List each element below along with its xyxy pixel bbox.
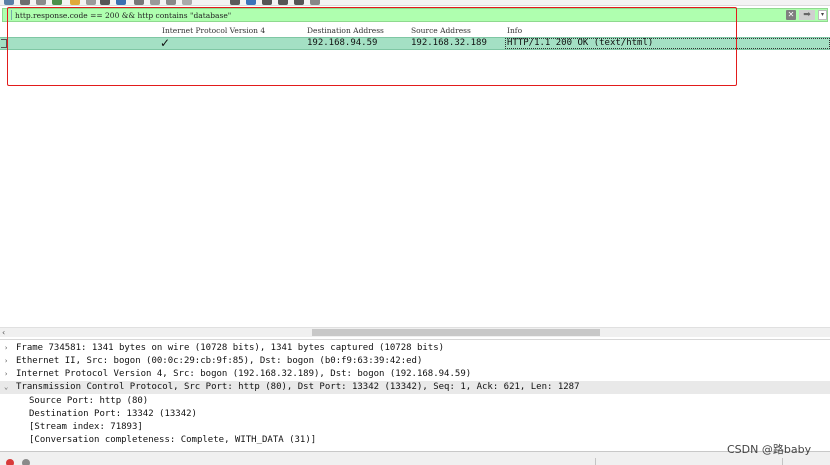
toolbar-close-icon[interactable]	[36, 0, 46, 5]
detail-text: Source Port: http (80)	[29, 396, 149, 406]
scroll-left-chevron-icon[interactable]: ‹	[2, 328, 5, 337]
detail-tcp-stream-index[interactable]: [Stream index: 71893]	[0, 421, 830, 434]
toolbar-resize-columns-icon[interactable]	[294, 0, 304, 5]
detail-text: [Stream index: 71893]	[29, 422, 143, 432]
apply-filter-icon[interactable]: ➡	[799, 10, 815, 20]
clear-filter-icon[interactable]: ✕	[786, 10, 796, 20]
detail-text: Transmission Control Protocol, Src Port:…	[16, 382, 580, 392]
detail-text: Destination Port: 13342 (13342)	[29, 409, 197, 419]
toolbar-autoscroll-icon[interactable]	[166, 0, 176, 5]
main-toolbar	[0, 0, 830, 6]
detail-text: [Conversation completeness: Complete, WI…	[29, 435, 317, 445]
toolbar-open-icon[interactable]	[4, 0, 14, 5]
annotation-highlight-box	[7, 7, 737, 86]
expand-arrow-icon[interactable]: ›	[4, 355, 8, 368]
status-bar	[0, 451, 830, 465]
toolbar-forward-icon[interactable]	[100, 0, 110, 5]
detail-tcp-conversation-completeness[interactable]: [Conversation completeness: Complete, WI…	[0, 434, 830, 447]
detail-text: Ethernet II, Src: bogon (00:0c:29:cb:9f:…	[16, 356, 423, 366]
packet-list-horizontal-scrollbar[interactable]: ‹	[0, 327, 830, 337]
collapse-arrow-icon[interactable]: ⌄	[4, 381, 8, 394]
detail-text: Frame 734581: 1341 bytes on wire (10728 …	[16, 343, 445, 353]
toolbar-back-icon[interactable]	[86, 0, 96, 5]
toolbar-resize-icon[interactable]	[310, 0, 320, 5]
watermark: CSDN @路baby	[727, 443, 812, 456]
expand-arrow-icon[interactable]: ›	[4, 368, 8, 381]
status-separator	[782, 458, 783, 465]
capture-comment-icon[interactable]	[22, 459, 30, 465]
toolbar-first-icon[interactable]	[134, 0, 144, 5]
toolbar-reload-icon[interactable]	[52, 0, 62, 5]
expert-info-icon[interactable]	[6, 459, 14, 465]
toolbar-colorize-icon[interactable]	[182, 0, 192, 5]
expand-arrow-icon[interactable]: ›	[4, 342, 8, 355]
status-separator	[595, 458, 596, 465]
scrollbar-thumb[interactable]	[312, 329, 600, 336]
toolbar-goto-icon[interactable]	[116, 0, 126, 5]
toolbar-zoom-active-icon[interactable]	[246, 0, 256, 5]
packet-details-pane: › Frame 734581: 1341 bytes on wire (1072…	[0, 339, 830, 451]
filter-history-chevron-down-icon[interactable]: ▾	[818, 10, 827, 20]
toolbar-last-icon[interactable]	[150, 0, 160, 5]
toolbar-save-icon[interactable]	[20, 0, 30, 5]
toolbar-zoom-in-icon[interactable]	[230, 0, 240, 5]
detail-frame[interactable]: › Frame 734581: 1341 bytes on wire (1072…	[0, 342, 830, 355]
detail-ethernet[interactable]: › Ethernet II, Src: bogon (00:0c:29:cb:9…	[0, 355, 830, 368]
detail-tcp-source-port[interactable]: Source Port: http (80)	[0, 395, 830, 408]
detail-tcp[interactable]: ⌄ Transmission Control Protocol, Src Por…	[0, 381, 830, 394]
toolbar-zoom-out-icon[interactable]	[262, 0, 272, 5]
toolbar-find-icon[interactable]	[70, 0, 80, 5]
detail-text: Internet Protocol Version 4, Src: bogon …	[16, 369, 472, 379]
detail-tcp-destination-port[interactable]: Destination Port: 13342 (13342)	[0, 408, 830, 421]
toolbar-zoom-reset-icon[interactable]	[278, 0, 288, 5]
detail-ipv4[interactable]: › Internet Protocol Version 4, Src: bogo…	[0, 368, 830, 381]
